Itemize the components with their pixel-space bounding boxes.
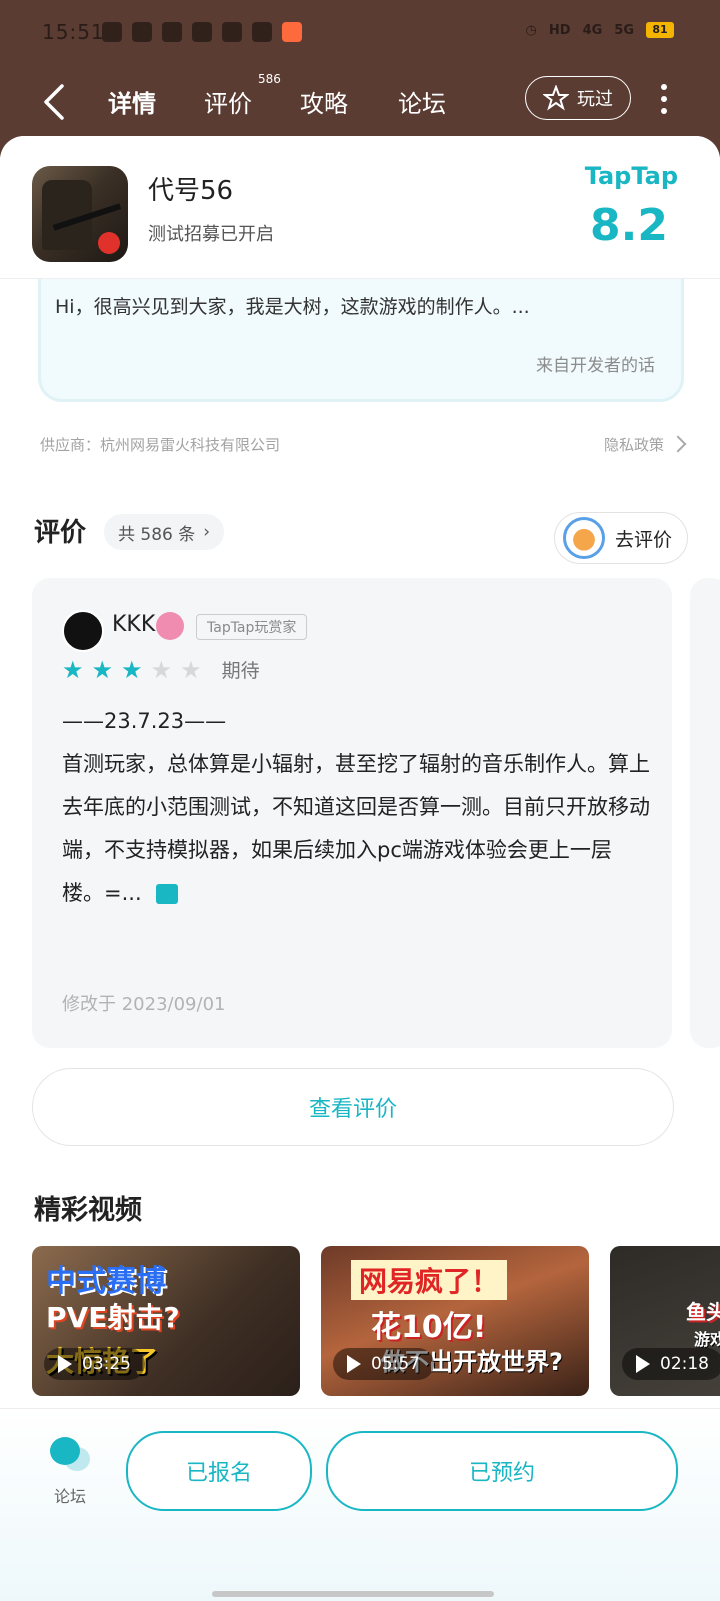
privacy-policy-link[interactable]: 隐私政策 [604, 434, 664, 455]
video-caption: 游戏 [694, 1330, 720, 1349]
star-icon: ★ [91, 655, 114, 684]
game-title: 代号56 [148, 176, 234, 206]
game-header: 代号56 测试招募已开启 TapTap 8.2 [0, 136, 720, 279]
hd-icon: HD [548, 22, 571, 38]
view-reviews-button[interactable]: 查看评价 [32, 1068, 674, 1146]
play-icon [636, 1355, 650, 1373]
provider-text: 供应商：杭州网易雷火科技有限公司 [40, 436, 281, 454]
video-caption: 鱼头 [686, 1300, 720, 1324]
video-card[interactable]: 网易疯了！ 花10亿! 做不出开放世界? 05:57 [321, 1246, 589, 1396]
play-icon [58, 1355, 72, 1373]
app-notification-icon [132, 22, 152, 42]
star-icon: ★ [121, 655, 143, 684]
reviews-section-title: 评价 [34, 518, 87, 548]
review-body: ——23.7.23—— 首测玩家，总体算是小辐射，甚至挖了辐射的音乐制作人。算上… [62, 700, 652, 915]
reviews-count-pill[interactable]: 共 586 条 › [104, 514, 225, 550]
image-icon [155, 884, 178, 904]
back-arrow-icon[interactable] [40, 82, 68, 122]
video-card[interactable]: 鱼头 游戏 02:18 [610, 1246, 720, 1396]
next-review-card[interactable] [690, 578, 720, 1048]
app-notification-icon [192, 22, 212, 42]
status-bar: 15:51 ◷ HD 4G 5G 81 [0, 0, 720, 68]
content-sheet: Hi，很高兴见到大家，我是大树，这款游戏的制作人。... 来自开发者的话 代号5… [0, 136, 720, 1600]
bottom-action-bar: 论坛 已报名 已预约 [0, 1408, 720, 1601]
enrolled-button[interactable]: 已报名 [126, 1431, 312, 1511]
played-label: 玩过 [577, 89, 613, 110]
video-caption: 花10亿! [371, 1310, 487, 1345]
video-duration: 02:18 [660, 1354, 709, 1374]
developer-message-source: 来自开发者的话 [536, 356, 655, 376]
tab-details[interactable]: 详情 [108, 84, 156, 119]
forum-label[interactable]: 论坛 [54, 1483, 86, 1507]
app-notification-icon [162, 22, 182, 42]
reviewer-name: KKK [112, 612, 156, 637]
review-text: 首测玩家，总体算是小辐射，甚至挖了辐射的音乐制作人。算上去年底的小范围测试，不知… [62, 752, 650, 905]
app-notification-icon [252, 22, 272, 42]
reviewer-tag: TapTap玩赏家 [196, 614, 308, 640]
status-time: 15:51 [42, 20, 105, 44]
review-date-line: ——23.7.23—— [62, 709, 227, 733]
reviews-count-label: 共 586 条 [118, 524, 196, 545]
reviews-count-badge: 586 [258, 72, 281, 86]
app-notification-icon [222, 22, 242, 42]
app-notification-icon [282, 22, 302, 42]
video-caption: PVE射击? [46, 1301, 180, 1334]
star-icon: ★ [62, 655, 84, 684]
game-score: 8.2 [590, 200, 668, 251]
developer-message-text: Hi，很高兴见到大家，我是大树，这款游戏的制作人。... [55, 296, 530, 318]
system-icons: ◷ HD 4G 5G 81 [526, 22, 674, 38]
video-card[interactable]: 中式赛博 PVE射击? 大惊艳了 03:25 [32, 1246, 300, 1396]
forum-chat-icon[interactable] [50, 1437, 90, 1473]
signal-4g-icon: 4G [582, 22, 603, 38]
game-icon [32, 166, 128, 262]
tab-reviews[interactable]: 评价 [204, 84, 252, 119]
user-avatar [563, 517, 605, 559]
play-button[interactable]: 02:18 [622, 1348, 720, 1380]
videos-section-title: 精彩视频 [34, 1195, 142, 1226]
game-subtitle: 测试招募已开启 [148, 224, 274, 245]
reviewer-badge-icon [156, 612, 184, 640]
alarm-icon: ◷ [525, 22, 537, 38]
review-card[interactable]: KKK TapTap玩赏家 ★ ★ ★ ★ ★ 期待 ——23.7.23—— 首… [32, 578, 672, 1048]
video-duration: 05:57 [371, 1354, 420, 1374]
battery-icon: 81 [646, 22, 674, 38]
notification-icons [102, 22, 302, 42]
write-review-label: 去评价 [615, 528, 673, 551]
play-icon [347, 1355, 361, 1373]
video-duration: 03:25 [82, 1354, 131, 1374]
play-button[interactable]: 05:57 [333, 1348, 434, 1380]
play-button[interactable]: 03:25 [44, 1348, 145, 1380]
taptap-logo: TapTap [584, 162, 678, 190]
chevron-right-icon: › [203, 522, 211, 542]
video-caption: 网易疯了！ [351, 1260, 508, 1300]
home-indicator[interactable] [212, 1591, 494, 1597]
star-empty-icon: ★ [180, 655, 202, 684]
video-caption: 中式赛博 [46, 1264, 166, 1299]
rating-stars: ★ ★ ★ ★ ★ 期待 [62, 656, 260, 683]
played-button[interactable]: 玩过 [525, 76, 631, 120]
star-empty-icon: ★ [150, 655, 173, 684]
write-review-button[interactable]: 去评价 [554, 512, 688, 564]
tab-forum[interactable]: 论坛 [398, 84, 446, 119]
star-add-icon [543, 85, 569, 111]
signal-5g-icon: 5G [614, 22, 634, 38]
reserved-button[interactable]: 已预约 [326, 1431, 678, 1511]
tab-guides[interactable]: 攻略 [300, 84, 348, 119]
chevron-right-icon [669, 435, 687, 453]
top-nav: 详情 评价 586 攻略 论坛 玩过 [0, 68, 720, 136]
rating-label: 期待 [221, 660, 260, 682]
more-options-icon[interactable] [660, 84, 668, 114]
reviewer-avatar [62, 610, 104, 652]
review-modified-date: 修改于 2023/09/01 [62, 994, 226, 1015]
app-notification-icon [102, 22, 122, 42]
